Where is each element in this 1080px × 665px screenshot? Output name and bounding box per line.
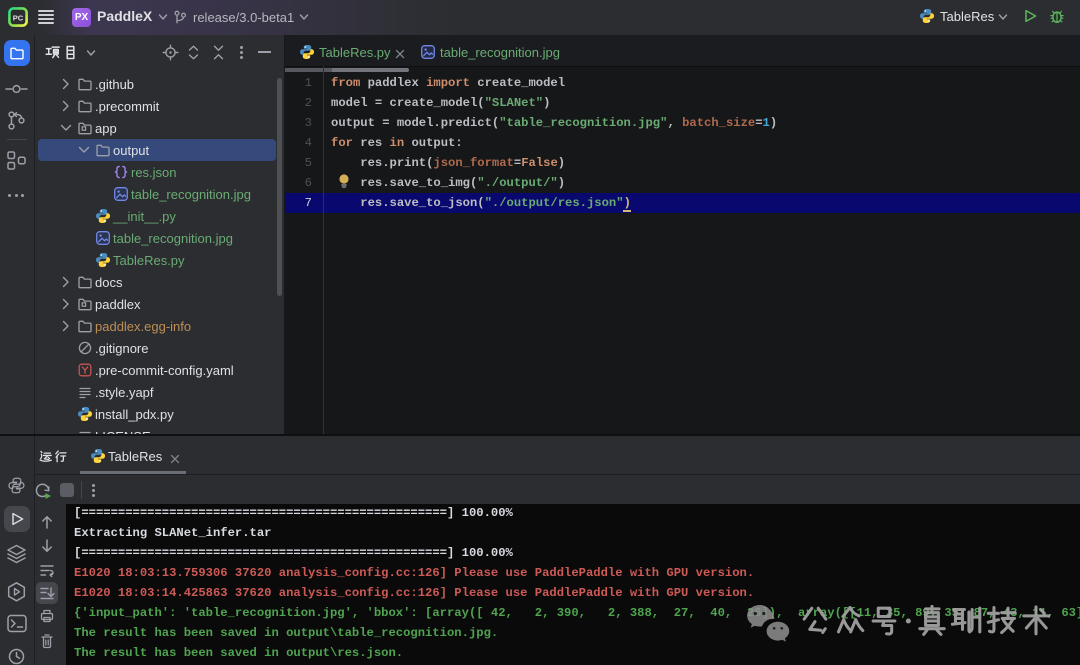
svg-text:PC: PC xyxy=(13,13,24,22)
